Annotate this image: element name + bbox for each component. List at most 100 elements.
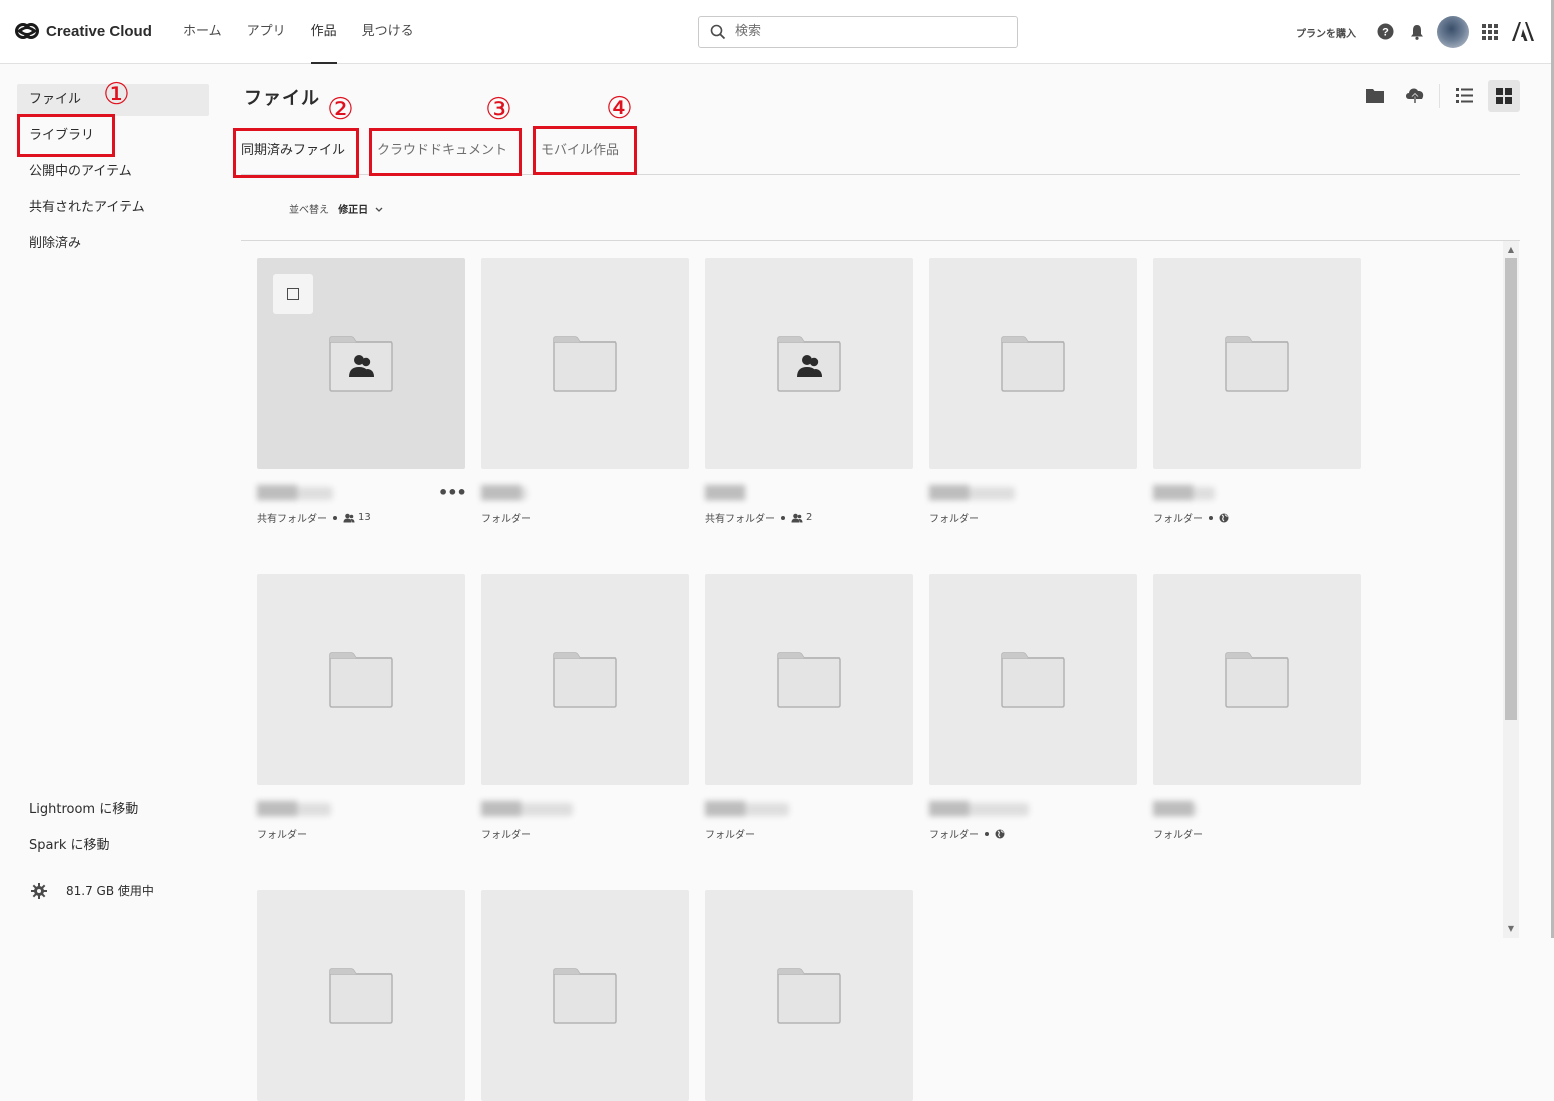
folder-icon: [329, 968, 393, 1024]
toolbar-divider: [1439, 84, 1440, 108]
folder-name[interactable]: ████: [1153, 487, 1215, 500]
folder-icon: [1001, 652, 1065, 708]
nav-discover[interactable]: 見つける: [362, 0, 414, 63]
sort-label: 並べ替え: [289, 205, 329, 216]
storage-info[interactable]: 81.7 GB 使用中: [31, 882, 154, 899]
grid-view-icon: [1496, 88, 1512, 104]
grid-view-button[interactable]: [1488, 80, 1520, 112]
apps-grid-icon[interactable]: [1482, 24, 1498, 40]
spark-link[interactable]: Spark に移動: [29, 834, 109, 853]
select-checkbox[interactable]: [273, 274, 313, 314]
help-icon[interactable]: ?: [1377, 23, 1394, 40]
sidebar-item-published[interactable]: 公開中のアイテム: [17, 156, 209, 188]
folder-meta: 共有フォルダー 13: [257, 510, 371, 525]
svg-text:?: ?: [1382, 27, 1389, 39]
sidebar: ファイル ライブラリ 公開中のアイテム 共有されたアイテム 削除済み Light…: [0, 64, 225, 938]
meta-dot: [781, 515, 785, 520]
folder-thumbnail[interactable]: [257, 574, 465, 785]
folder-name[interactable]: ████: [705, 487, 745, 500]
folder-name[interactable]: ████: [481, 487, 527, 500]
folder-thumbnail[interactable]: [257, 258, 465, 469]
sidebar-item-label: 公開中のアイテム: [29, 164, 132, 179]
main-nav: ホーム アプリ 作品 見つける: [183, 0, 439, 64]
scroll-down-arrow[interactable]: ▼: [1503, 921, 1519, 937]
nav-apps[interactable]: アプリ: [247, 0, 286, 63]
folder-type-label: フォルダー: [1153, 830, 1203, 841]
scrollbar-thumb[interactable]: [1505, 258, 1517, 720]
folder-type-label: フォルダー: [481, 830, 531, 841]
top-bar: Creative Cloud ホーム アプリ 作品 見つける プランを購入 ?: [0, 0, 1554, 64]
folder-thumbnail[interactable]: [929, 258, 1137, 469]
people-icon: [791, 513, 803, 522]
list-view-icon[interactable]: [1456, 88, 1473, 103]
sidebar-item-label: 共有されたアイテム: [29, 200, 145, 215]
sidebar-item-shared[interactable]: 共有されたアイテム: [17, 192, 209, 224]
member-count: 13: [358, 512, 371, 523]
folder-thumbnail[interactable]: [705, 258, 913, 469]
folder-type-label: フォルダー: [929, 514, 979, 525]
annotation-callout-4: ④: [606, 91, 633, 126]
avatar[interactable]: [1437, 16, 1469, 48]
folder-type-label: フォルダー: [1153, 514, 1203, 525]
folder-name[interactable]: ████: [257, 487, 333, 500]
folder-icon: [1225, 336, 1289, 392]
folder-thumbnail[interactable]: [1153, 258, 1361, 469]
folder-name[interactable]: ████: [929, 487, 1015, 500]
creative-cloud-logo[interactable]: Creative Cloud: [14, 20, 152, 42]
folder-icon: [1001, 336, 1065, 392]
folder-type-label: 共有フォルダー: [705, 514, 775, 525]
folder-icon: [1225, 652, 1289, 708]
folder-meta: フォルダー: [929, 826, 1005, 841]
folder-type-label: フォルダー: [257, 830, 307, 841]
folder-thumbnail[interactable]: [705, 574, 913, 785]
folder-icon: [329, 652, 393, 708]
folder-name[interactable]: ████: [481, 803, 573, 816]
lightroom-link[interactable]: Lightroom に移動: [29, 798, 138, 817]
folder-meta: フォルダー: [257, 826, 307, 841]
sort-control[interactable]: 並べ替え 修正日: [289, 201, 383, 216]
globe-icon: [1219, 513, 1229, 522]
upload-icon[interactable]: [1404, 86, 1426, 104]
folder-thumbnail[interactable]: [481, 258, 689, 469]
annotation-callout-2: ②: [327, 92, 354, 127]
folder-thumbnail[interactable]: [705, 890, 913, 1101]
folder-meta: フォルダー: [481, 826, 531, 841]
more-options-icon[interactable]: •••: [438, 483, 467, 502]
meta-dot: [985, 831, 989, 836]
search-icon: [710, 24, 726, 40]
scroll-up-arrow[interactable]: ▲: [1503, 242, 1519, 258]
storage-label: 81.7 GB 使用中: [66, 884, 154, 898]
adobe-logo-icon[interactable]: [1512, 22, 1534, 41]
folder-thumbnail[interactable]: [257, 890, 465, 1101]
folder-meta: フォルダー: [1153, 826, 1203, 841]
gear-icon: [31, 882, 47, 899]
folder-meta: フォルダー: [929, 510, 979, 525]
folder-meta: 共有フォルダー 2: [705, 510, 812, 525]
folder-name[interactable]: ████: [705, 803, 789, 816]
people-icon: [343, 513, 355, 522]
sidebar-item-deleted[interactable]: 削除済み: [17, 228, 209, 260]
annotation-box-1: [17, 114, 115, 157]
nav-home[interactable]: ホーム: [183, 0, 222, 63]
folder-thumbnail[interactable]: [481, 890, 689, 1101]
folder-name[interactable]: ████: [1153, 803, 1197, 816]
annotation-callout-3: ③: [485, 92, 512, 127]
folder-name[interactable]: ████: [929, 803, 1029, 816]
folder-thumbnail[interactable]: [929, 574, 1137, 785]
shared-folder-icon: [777, 336, 841, 392]
bell-icon[interactable]: [1410, 24, 1424, 40]
page-title: ファイル: [244, 88, 320, 109]
new-folder-icon[interactable]: [1366, 88, 1384, 103]
search-box[interactable]: [698, 16, 1018, 48]
folder-type-label: フォルダー: [929, 830, 979, 841]
folder-thumbnail[interactable]: [481, 574, 689, 785]
folder-name[interactable]: ████: [257, 803, 331, 816]
annotation-box-3: [369, 128, 522, 176]
folder-thumbnail[interactable]: [1153, 574, 1361, 785]
annotation-box-2: [233, 128, 359, 178]
buy-plan-link[interactable]: プランを購入: [1296, 25, 1356, 40]
nav-works[interactable]: 作品: [310, 0, 337, 64]
search-input[interactable]: [735, 17, 1005, 45]
annotation-box-4: [533, 126, 637, 175]
folder-meta: フォルダー: [1153, 510, 1229, 525]
